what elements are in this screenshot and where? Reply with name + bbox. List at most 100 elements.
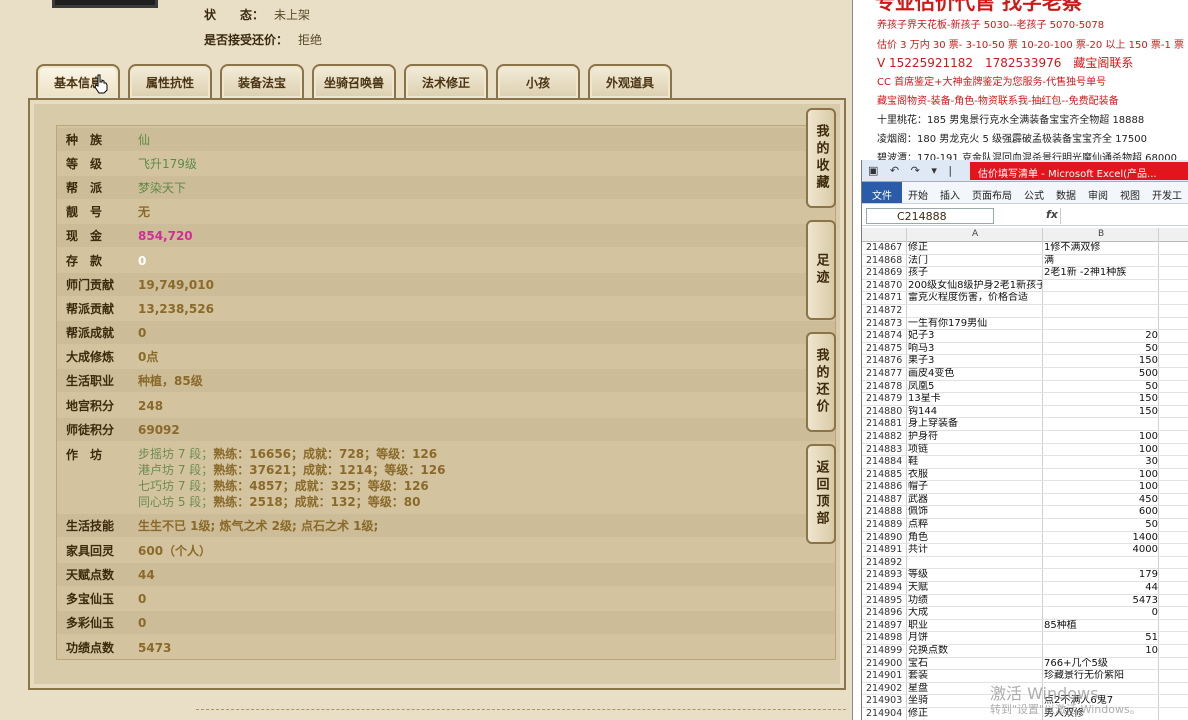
row-number[interactable]: 214871 [866, 292, 906, 305]
row-number[interactable]: 214892 [866, 557, 906, 570]
cell-a[interactable]: 修正 [908, 242, 1042, 255]
tab-children[interactable]: 小孩 [496, 64, 580, 98]
row-number[interactable]: 214876 [866, 355, 906, 368]
cell-a[interactable]: 雷克火程度伤害，价格合适 [908, 292, 1042, 305]
cell-b[interactable]: 85种植 [1044, 620, 1158, 633]
cell-b[interactable]: 5473 [1044, 595, 1158, 608]
cell-a[interactable]: 月饼 [908, 632, 1042, 645]
row-number[interactable]: 214879 [866, 393, 906, 406]
cell-b[interactable]: 满 [1044, 255, 1158, 268]
cell-b[interactable]: 150 [1044, 406, 1158, 419]
cell-b[interactable]: 766+几个5级 [1044, 658, 1158, 671]
cell-b[interactable]: 51 [1044, 632, 1158, 645]
row-number[interactable]: 214903 [866, 695, 906, 708]
cell-a[interactable]: 天赋 [908, 582, 1042, 595]
fx-icon[interactable]: fx [1046, 208, 1058, 221]
row-number[interactable]: 214883 [866, 444, 906, 457]
row-number[interactable]: 214899 [866, 645, 906, 658]
cell-a[interactable]: 宝石 [908, 658, 1042, 671]
cell-a[interactable]: 功绩 [908, 595, 1042, 608]
cell-b[interactable]: 1修不满双修 [1044, 242, 1158, 255]
row-number[interactable]: 214886 [866, 481, 906, 494]
cell-b[interactable]: 500 [1044, 368, 1158, 381]
tab-appearance[interactable]: 外观道具 [588, 64, 672, 98]
column-header-b[interactable]: B [1098, 229, 1104, 239]
cell-a[interactable]: 妃子3 [908, 330, 1042, 343]
cell-a[interactable]: 法门 [908, 255, 1042, 268]
row-number[interactable]: 214868 [866, 255, 906, 268]
cell-b[interactable]: 2老1新 -2神1种族 [1044, 267, 1158, 280]
row-number[interactable]: 214900 [866, 658, 906, 671]
row-number[interactable]: 214881 [866, 418, 906, 431]
formula-input[interactable] [1060, 208, 1188, 224]
cell-a[interactable]: 帽子 [908, 481, 1042, 494]
ribbon-tab-view[interactable]: 视图 [1114, 182, 1146, 203]
cell-b[interactable]: 50 [1044, 519, 1158, 532]
row-number[interactable]: 214890 [866, 532, 906, 545]
row-number[interactable]: 214877 [866, 368, 906, 381]
cell-b[interactable]: 150 [1044, 393, 1158, 406]
cell-a[interactable]: 200级女仙8级护身2老1新孩子，51+6月饼，传世惊鸿 [908, 280, 1042, 293]
cell-b[interactable]: 600 [1044, 506, 1158, 519]
cell-b[interactable]: 100 [1044, 444, 1158, 457]
row-number[interactable]: 214873 [866, 318, 906, 331]
row-number[interactable]: 214897 [866, 620, 906, 633]
cell-a[interactable]: 画皮4变色 [908, 368, 1042, 381]
tab-spell-correction[interactable]: 法术修正 [404, 64, 488, 98]
cell-a[interactable]: 职业 [908, 620, 1042, 633]
row-number[interactable]: 214895 [866, 595, 906, 608]
cell-b[interactable]: 150 [1044, 355, 1158, 368]
row-number[interactable]: 214882 [866, 431, 906, 444]
cell-a[interactable]: 13星卡 [908, 393, 1042, 406]
footprint-button[interactable]: 足迹 [806, 220, 836, 320]
cell-a[interactable]: 果子3 [908, 355, 1042, 368]
cell-a[interactable]: 大成 [908, 607, 1042, 620]
tab-equipment[interactable]: 装备法宝 [220, 64, 304, 98]
cell-b[interactable]: 179 [1044, 569, 1158, 582]
row-number[interactable]: 214898 [866, 632, 906, 645]
cell-a[interactable]: 共计 [908, 544, 1042, 557]
row-number[interactable]: 214884 [866, 456, 906, 469]
tab-mounts-pets[interactable]: 坐骑召唤兽 [312, 64, 396, 98]
row-number[interactable]: 214869 [866, 267, 906, 280]
row-number[interactable]: 214867 [866, 242, 906, 255]
cell-a[interactable]: 等级 [908, 569, 1042, 582]
row-number[interactable]: 214872 [866, 305, 906, 318]
my-favorites-button[interactable]: 我的收藏 [806, 108, 836, 208]
cell-b[interactable]: 1400 [1044, 532, 1158, 545]
row-number[interactable]: 214874 [866, 330, 906, 343]
cell-b[interactable]: 100 [1044, 481, 1158, 494]
ribbon-tab-insert[interactable]: 插入 [934, 182, 966, 203]
cell-b[interactable]: 450 [1044, 494, 1158, 507]
ribbon-tab-data[interactable]: 数据 [1050, 182, 1082, 203]
row-number[interactable]: 214893 [866, 569, 906, 582]
cell-b[interactable]: 20 [1044, 330, 1158, 343]
ribbon-tab-layout[interactable]: 页面布局 [966, 182, 1018, 203]
cell-a[interactable]: 凤凰5 [908, 381, 1042, 394]
column-header-a[interactable]: A [972, 229, 978, 239]
cell-b[interactable]: 0 [1044, 607, 1158, 620]
row-number[interactable]: 214901 [866, 670, 906, 683]
cell-a[interactable]: 武器 [908, 494, 1042, 507]
cell-a[interactable]: 角色 [908, 532, 1042, 545]
tab-attributes[interactable]: 属性抗性 [128, 64, 212, 98]
ribbon-tab-file[interactable]: 文件 [862, 182, 902, 203]
cell-b[interactable]: 10 [1044, 645, 1158, 658]
name-box[interactable]: C214888 [866, 208, 994, 224]
ribbon-tab-home[interactable]: 开始 [902, 182, 934, 203]
cell-a[interactable]: 响马3 [908, 343, 1042, 356]
cell-a[interactable]: 一生有你179男仙 [908, 318, 1042, 331]
cell-b[interactable]: 4000 [1044, 544, 1158, 557]
cell-b[interactable]: 100 [1044, 431, 1158, 444]
cell-a[interactable]: 钩144 [908, 406, 1042, 419]
row-number[interactable]: 214889 [866, 519, 906, 532]
ribbon-tab-formulas[interactable]: 公式 [1018, 182, 1050, 203]
cell-b[interactable]: 50 [1044, 343, 1158, 356]
cell-a[interactable]: 项链 [908, 444, 1042, 457]
cell-a[interactable]: 孩子 [908, 267, 1042, 280]
row-number[interactable]: 214904 [866, 708, 906, 720]
cell-a[interactable]: 点粹 [908, 519, 1042, 532]
row-number[interactable]: 214870 [866, 280, 906, 293]
row-number[interactable]: 214891 [866, 544, 906, 557]
row-number[interactable]: 214887 [866, 494, 906, 507]
